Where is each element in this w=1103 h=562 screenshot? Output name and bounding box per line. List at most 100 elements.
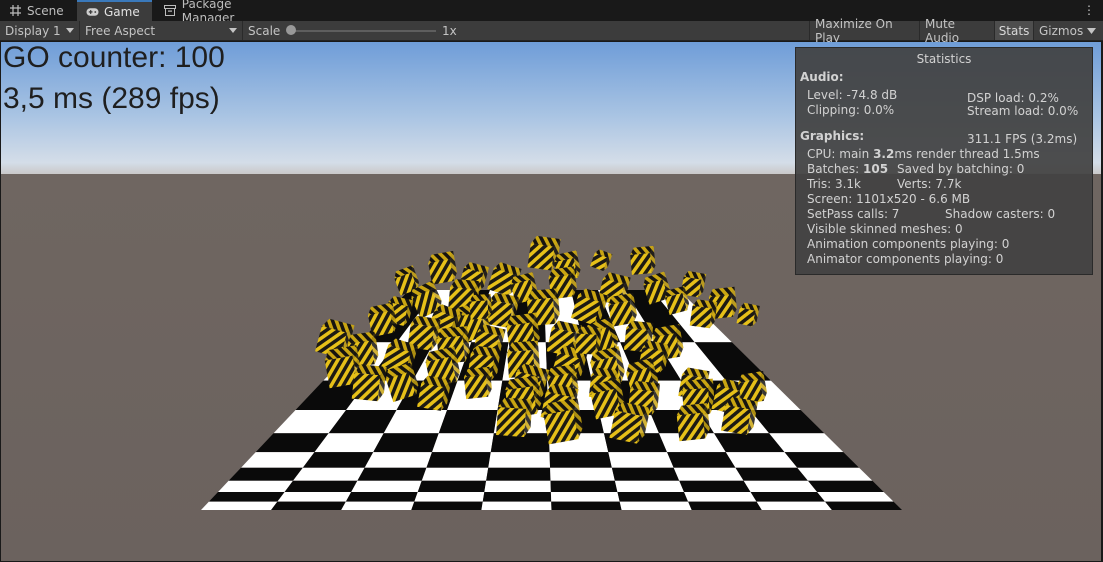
frame-timing-text: 3,5 ms (289 fps) [3,82,220,115]
floor-tile [201,501,278,510]
statistics-title: Statistics [916,52,972,66]
floor-tile [271,501,346,510]
chevron-down-icon [229,28,237,33]
chevron-down-icon [1087,27,1096,34]
go-counter-text: GO counter: 100 [3,42,225,74]
mute-audio-button[interactable]: Mute Audio [919,17,994,45]
display-dropdown-label: Display 1 [5,23,61,38]
floor-tile [364,452,433,468]
gamepad-icon [86,6,99,19]
stream-load: Stream load: 0.0% [967,104,1079,118]
floor-tile [218,480,293,492]
shadow-casters-readout: Shadow casters: 0 [945,207,1056,221]
striped-cube [575,326,602,355]
floor-tile [551,501,622,510]
floor-tile [667,452,736,468]
floor-tile [345,491,418,502]
audio-clipping: Clipping: 0.0% [807,103,895,117]
floor-tile [481,501,552,510]
striped-cube [630,245,656,275]
floor-tile [357,467,427,481]
tab-scene[interactable]: Scene [0,0,77,21]
fps-readout: 311.1 FPS (3.2ms) [967,132,1078,146]
floor-tile [688,501,762,510]
tab-package-manager[interactable]: Package Manager [155,0,295,25]
floor-tile [488,452,551,468]
tab-game[interactable]: Game [77,0,152,22]
stats-button[interactable]: Stats [994,21,1033,40]
graphics-header: Graphics: [800,129,865,143]
floor-tile [284,480,358,492]
tab-label: Game [104,5,140,19]
tab-label: Scene [27,3,64,18]
game-toolbar: Display 1 Free Aspect Scale 1x Maximize … [0,17,1103,45]
animation-components-readout: Animation components playing: 0 [807,237,1010,251]
floor-tile [550,467,615,481]
scale-value: 1x [442,23,457,38]
screen-readout: Screen: 1101x520 - 6.6 MB [807,192,971,206]
floor-tile [617,491,689,502]
package-icon [164,4,177,17]
batches-readout: Batches: 105 [807,162,888,176]
floor-tile [414,491,485,502]
floor-tile [611,467,680,481]
maximize-on-play-button[interactable]: Maximize On Play [809,17,919,45]
audio-header: Audio: [800,70,844,84]
tris-readout: Tris: 3.1k [807,177,861,191]
floor-tile [750,491,826,502]
floor-tile [341,501,415,510]
floor-tile [550,480,618,492]
floor-tile [679,480,751,492]
floor-tile [825,501,902,510]
cpu-readout: CPU: main 3.2ms render thread 1.5ms [807,147,1040,161]
skinned-meshes-readout: Visible skinned meshes: 0 [807,222,963,236]
verts-readout: Verts: 7.7k [897,177,962,191]
unity-editor-game-window: Scene Game Package Manager ⋮ Display 1 F… [0,0,1103,562]
floor-tile [735,467,809,481]
striped-cube [428,250,457,285]
scale-label: Scale [248,23,281,38]
floor-tile [550,491,620,502]
floor-tile [417,480,487,492]
animator-components-readout: Animator components playing: 0 [807,252,1004,266]
floor-tile [684,491,757,502]
grid-icon [9,4,22,17]
floor-tile [743,480,818,492]
floor-tile [608,452,674,468]
floor-tile [411,501,483,510]
cpu-main-value: 3.2 [873,147,895,161]
batches-prefix: Batches: [807,162,863,176]
scale-slider-track[interactable] [288,30,436,32]
floor-tile [432,433,494,453]
cpu-suffix: ms render thread 1.5ms [894,147,1040,161]
aspect-dropdown[interactable]: Free Aspect [80,21,243,40]
floor-tile [373,433,439,453]
striped-cube [351,364,387,402]
floor-tile [619,501,692,510]
setpass-readout: SetPass calls: 7 [807,207,900,221]
aspect-dropdown-label: Free Aspect [85,23,156,38]
striped-cube [496,397,533,437]
floor-tile [484,480,551,492]
floor-tile [292,467,365,481]
floor-tile [438,410,498,434]
floor-tile [486,467,551,481]
statistics-panel: Statistics Audio: Level: -74.8 dB DSP lo… [795,47,1093,275]
display-dropdown[interactable]: Display 1 [0,21,80,40]
saved-by-batching: Saved by batching: 0 [897,162,1025,176]
audio-level: Level: -74.8 dB [807,88,898,102]
more-options-icon[interactable]: ⋮ [1083,3,1095,17]
floor-tile [549,452,612,468]
floor-tile [817,491,894,502]
floor-tile [228,467,303,481]
cpu-prefix: CPU: main [807,147,874,161]
striped-cube [469,293,492,320]
floor-tile [756,501,832,510]
striped-cube [543,398,583,445]
gizmos-button[interactable]: Gizmos [1033,21,1085,40]
floor-tile [277,491,352,502]
floor-tile [208,491,285,502]
floor-tile [614,480,685,492]
gizmos-dropdown[interactable] [1087,21,1099,40]
scale-slider-handle[interactable] [286,25,296,35]
